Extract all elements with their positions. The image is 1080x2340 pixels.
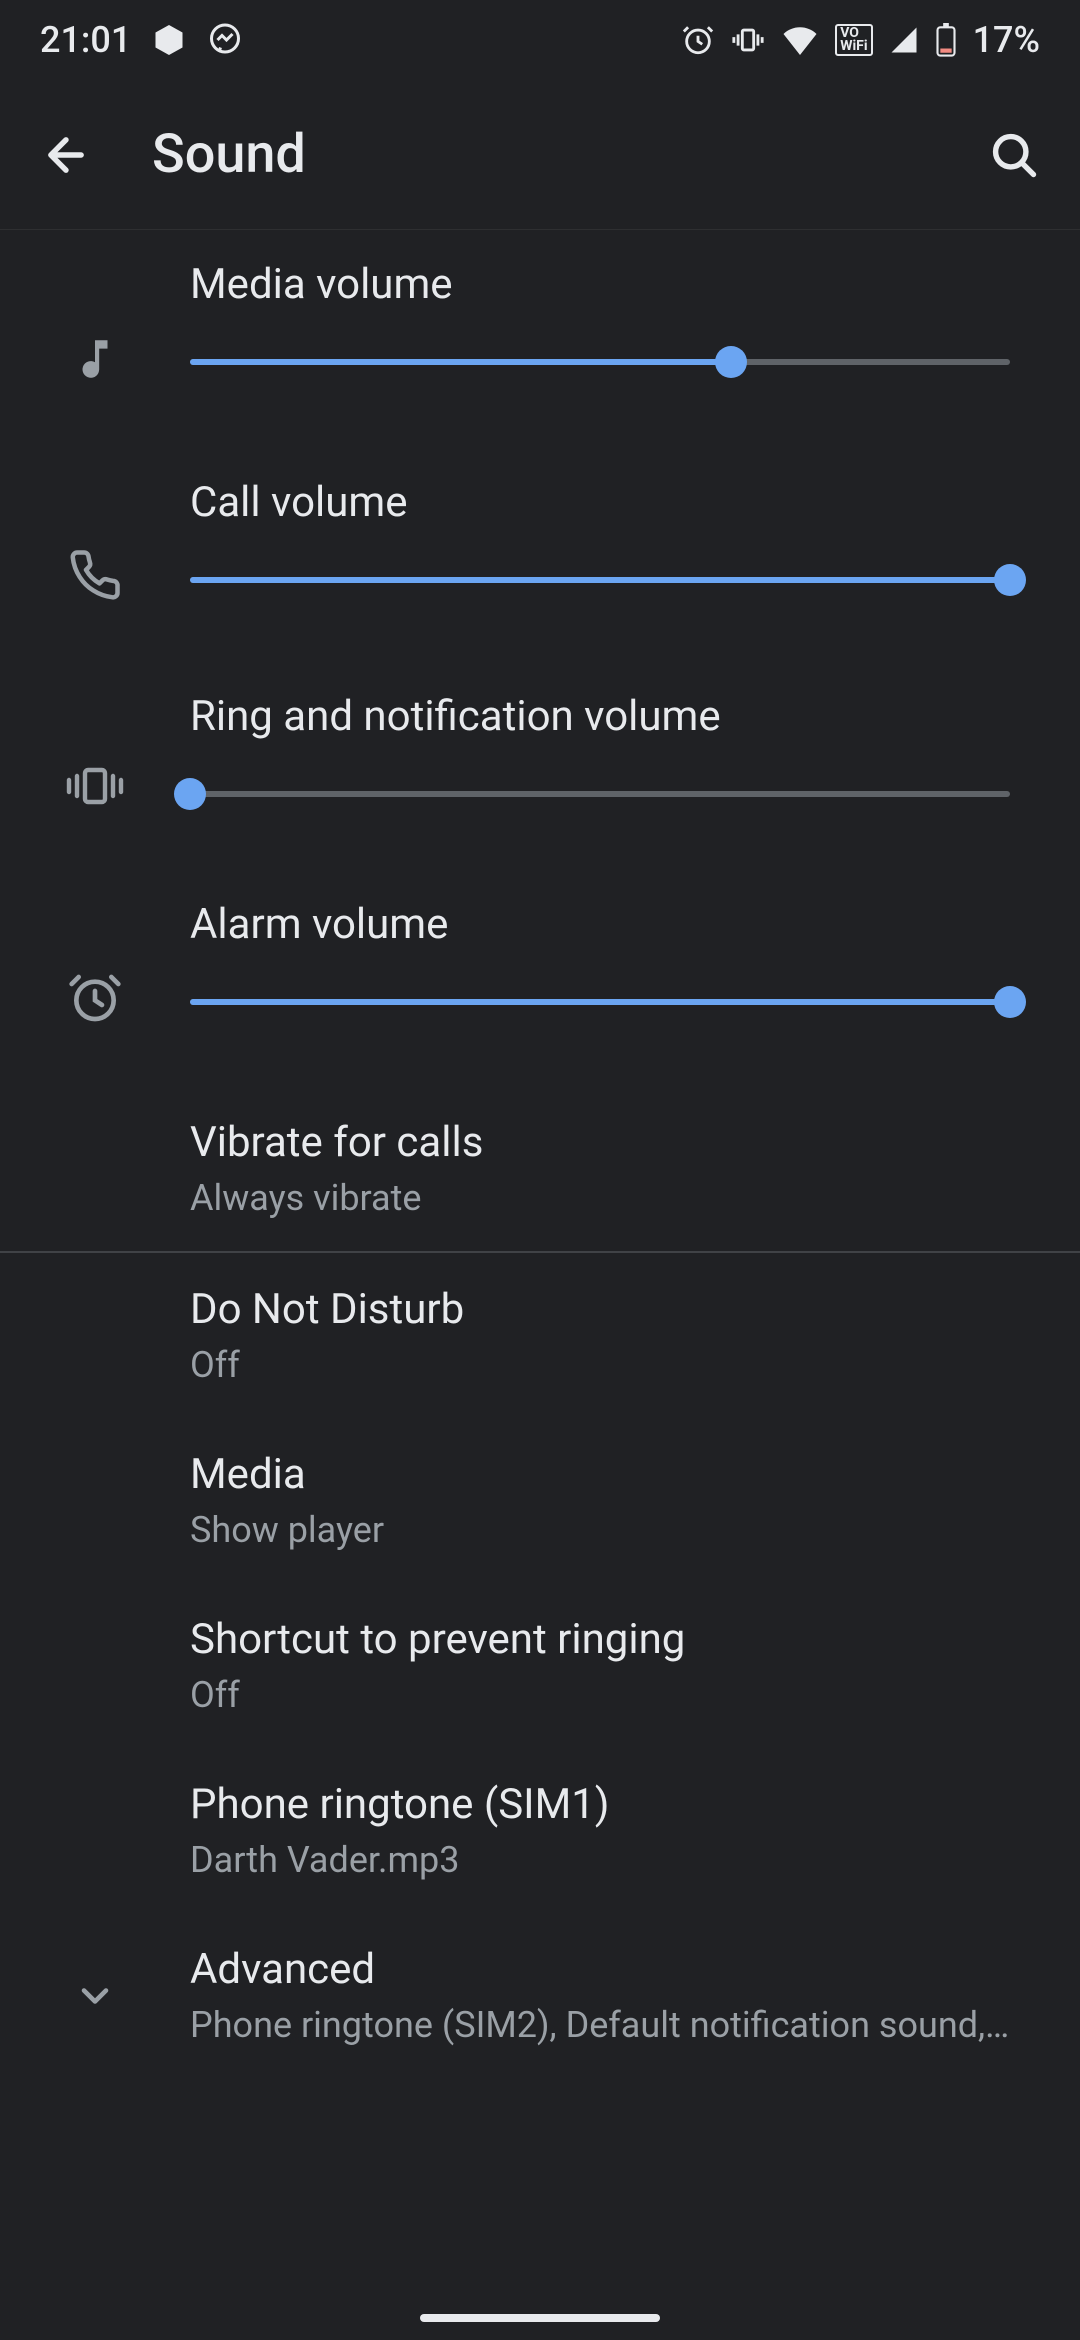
- shortcut-sub: Off: [190, 1674, 1020, 1716]
- signal-icon: [889, 25, 919, 55]
- alarm-status-icon: [681, 23, 715, 57]
- phone-icon: [68, 548, 122, 602]
- media-volume-slider[interactable]: [190, 359, 1010, 365]
- search-icon: [988, 129, 1040, 181]
- vibrate-status-icon: [731, 23, 765, 57]
- shortcut-item[interactable]: Shortcut to prevent ringing Off: [0, 1583, 1080, 1748]
- call-volume-slider[interactable]: [190, 577, 1010, 583]
- vibrate-for-calls-item[interactable]: Vibrate for calls Always vibrate: [0, 1086, 1080, 1251]
- ringtone-sim1-item[interactable]: Phone ringtone (SIM1) Darth Vader.mp3: [0, 1748, 1080, 1913]
- chevron-down-icon: [73, 1974, 117, 2018]
- ringtone-sim1-title: Phone ringtone (SIM1): [190, 1780, 1020, 1829]
- dnd-item[interactable]: Do Not Disturb Off: [0, 1253, 1080, 1418]
- advanced-item[interactable]: Advanced Phone ringtone (SIM2), Default …: [0, 1913, 1080, 2078]
- vowifi-icon: VOWiFi: [835, 24, 872, 56]
- settings-content: Media volume Call volume: [0, 230, 1080, 2078]
- ringtone-sim1-sub: Darth Vader.mp3: [190, 1839, 1020, 1881]
- dnd-title: Do Not Disturb: [190, 1285, 1020, 1334]
- arrow-back-icon: [40, 129, 92, 181]
- battery-icon: [935, 23, 957, 57]
- page-title: Sound: [152, 123, 928, 186]
- shortcut-title: Shortcut to prevent ringing: [190, 1615, 1020, 1664]
- media-volume-label: Media volume: [190, 260, 1010, 309]
- music-note-icon: [70, 330, 120, 388]
- wifi-icon: [781, 25, 819, 55]
- vibrate-for-calls-sub: Always vibrate: [190, 1177, 1020, 1219]
- media-setting-sub: Show player: [190, 1509, 1020, 1551]
- status-time: 21:01: [40, 19, 131, 61]
- app-bar: Sound: [0, 80, 1080, 230]
- ring-volume-slider[interactable]: [190, 791, 1010, 797]
- media-setting-item[interactable]: Media Show player: [0, 1418, 1080, 1583]
- ring-volume-item: Ring and notification volume: [0, 662, 1080, 870]
- ring-volume-label: Ring and notification volume: [190, 692, 1010, 741]
- alarm-icon: [67, 970, 123, 1026]
- alarm-volume-item: Alarm volume: [0, 870, 1080, 1086]
- messenger-icon: [207, 22, 243, 58]
- notification-hex-icon: [151, 22, 187, 58]
- advanced-sub: Phone ringtone (SIM2), Default notificat…: [190, 2004, 1020, 2046]
- advanced-title: Advanced: [190, 1945, 1020, 1994]
- battery-percent: 17%: [973, 19, 1040, 61]
- vibrate-icon: [65, 762, 125, 810]
- call-volume-label: Call volume: [190, 478, 1010, 527]
- divider: [0, 1251, 1080, 1253]
- alarm-volume-slider[interactable]: [190, 999, 1010, 1005]
- alarm-volume-label: Alarm volume: [190, 900, 1010, 949]
- dnd-sub: Off: [190, 1344, 1020, 1386]
- vibrate-for-calls-title: Vibrate for calls: [190, 1118, 1020, 1167]
- status-bar: 21:01 VOWiFi 17%: [0, 0, 1080, 80]
- media-volume-item: Media volume: [0, 230, 1080, 448]
- media-setting-title: Media: [190, 1450, 1020, 1499]
- nav-handle[interactable]: [420, 2314, 660, 2322]
- search-button[interactable]: [978, 119, 1050, 191]
- back-button[interactable]: [30, 119, 102, 191]
- call-volume-item: Call volume: [0, 448, 1080, 662]
